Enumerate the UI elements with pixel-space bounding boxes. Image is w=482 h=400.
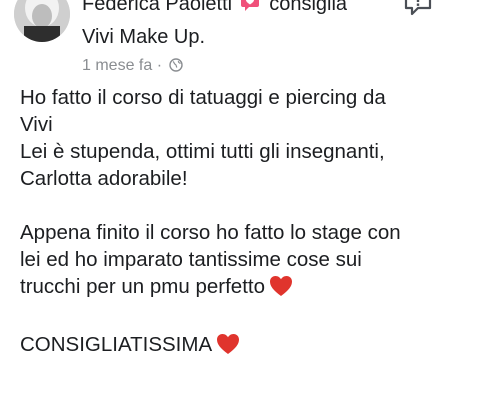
post-text-line: lei ed ho imparato tantissime cose sui [20,248,362,271]
report-flag-icon[interactable] [404,0,432,16]
post-text-line: Lei è stupenda, ottimi tutti gli insegna… [20,140,385,163]
heart-emoji-icon [216,333,240,362]
heart-emoji-icon [269,275,293,304]
recommend-icon [240,0,260,18]
post-meta: 1 mese fa · [82,56,183,78]
post-text-line: CONSIGLIATISSIMA [20,331,470,362]
recommend-action: consiglia [269,0,348,15]
post-text-segment: CONSIGLIATISSIMA [20,333,213,356]
post-text-line: trucchi per un pmu perfetto [20,273,470,304]
post-text-line: Vivi [20,113,53,136]
post-text-line: Appena finito il corso ho fatto lo stage… [20,221,401,244]
profile-avatar[interactable] [14,0,70,42]
post-text-segment: trucchi per un pmu perfetto [20,275,265,298]
globe-icon [168,58,183,78]
meta-separator: · [156,57,163,74]
author-name[interactable]: Federica Paoletti [82,0,232,15]
post-time[interactable]: 1 mese fa [82,57,152,74]
page-name[interactable]: Vivi Make Up. [82,25,205,49]
post-header: Federica Paoletti consiglia [82,0,347,18]
post-body: Ho fatto il corso di tatuaggi e piercing… [20,84,470,362]
post-text-line: Carlotta adorabile! [20,167,188,190]
post-text-line: Ho fatto il corso di tatuaggi e piercing… [20,86,386,109]
